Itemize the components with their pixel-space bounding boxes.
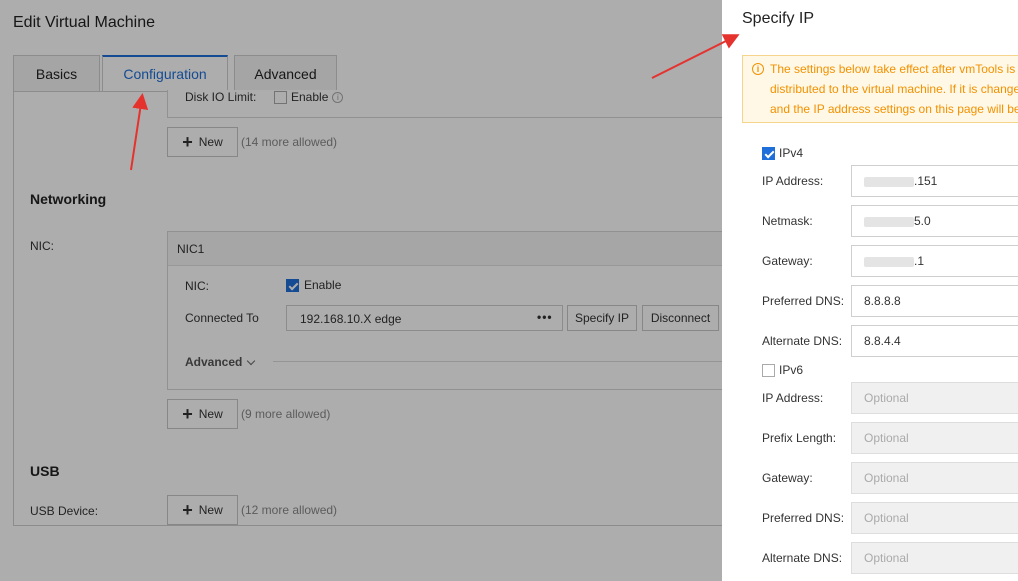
ipv6-toggle[interactable]: IPv6 — [762, 363, 803, 377]
ipv6-alternate-dns-label: Alternate DNS: — [762, 551, 843, 565]
redacted-text — [864, 176, 914, 187]
ipv6-gateway-input[interactable]: Optional — [851, 462, 1018, 494]
notice-line: and the IP address settings on this page… — [770, 102, 1018, 116]
specify-ip-drawer: Specify IP i The settings below take eff… — [722, 0, 1018, 581]
ipv6-alternate-dns-input[interactable]: Optional — [851, 542, 1018, 574]
ipv4-gateway-label: Gateway: — [762, 254, 813, 268]
prefix-length-label: Prefix Length: — [762, 431, 837, 445]
notice-line: The settings below take effect after vmT… — [770, 62, 1016, 76]
ipv6-ip-input[interactable]: Optional — [851, 382, 1018, 414]
ipv4-toggle[interactable]: IPv4 — [762, 146, 803, 160]
ipv6-preferred-dns-input[interactable]: Optional — [851, 502, 1018, 534]
ipv4-gateway-input[interactable]: .1 — [851, 245, 1018, 277]
ipv6-checkbox[interactable] — [762, 363, 775, 377]
netmask-value: 5.0 — [914, 214, 931, 228]
ipv6-gateway-label: Gateway: — [762, 471, 813, 485]
ipv4-alternate-dns-input[interactable]: 8.8.4.4 — [851, 325, 1018, 357]
ipv4-ip-input[interactable]: .151 — [851, 165, 1018, 197]
ipv4-ip-label: IP Address: — [762, 174, 824, 188]
netmask-label: Netmask: — [762, 214, 813, 228]
redacted-text — [864, 216, 914, 227]
ipv4-ip-value: .151 — [914, 174, 938, 188]
ipv4-preferred-dns-label: Preferred DNS: — [762, 294, 845, 308]
ipv4-alternate-dns-label: Alternate DNS: — [762, 334, 843, 348]
ipv4-checkbox[interactable] — [762, 146, 775, 160]
netmask-input[interactable]: 5.0 — [851, 205, 1018, 237]
info-icon: i — [752, 63, 764, 75]
modal-overlay[interactable] — [0, 0, 722, 581]
ipv6-ip-label: IP Address: — [762, 391, 824, 405]
notice-line: distributed to the virtual machine. If i… — [770, 82, 1018, 96]
ipv4-label: IPv4 — [779, 146, 804, 160]
ipv6-label: IPv6 — [779, 363, 804, 377]
drawer-title: Specify IP — [742, 10, 815, 27]
info-notice: i The settings below take effect after v… — [742, 55, 1018, 123]
ipv4-gateway-value: .1 — [914, 254, 925, 268]
redacted-text — [864, 256, 914, 267]
ipv4-preferred-dns-input[interactable]: 8.8.8.8 — [851, 285, 1018, 317]
prefix-length-input[interactable]: Optional — [851, 422, 1018, 454]
ipv6-preferred-dns-label: Preferred DNS: — [762, 511, 845, 525]
